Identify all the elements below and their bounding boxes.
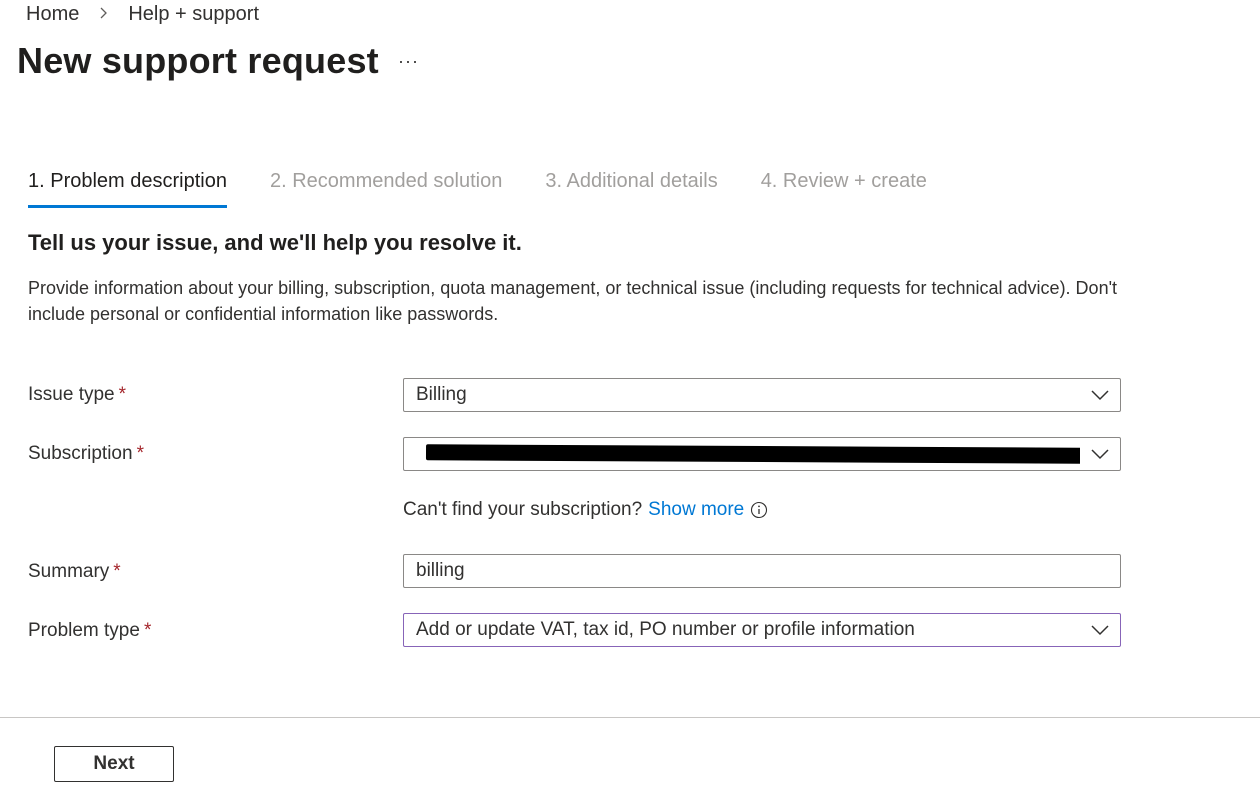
required-marker: * [113,561,121,582]
section-heading: Tell us your issue, and we'll help you r… [28,230,522,255]
subscription-label-text: Subscription [28,443,133,464]
subscription-label: Subscription * [28,443,144,465]
problem-type-label-text: Problem type [28,620,140,641]
summary-label-text: Summary [28,561,110,582]
summary-label: Summary * [28,561,121,583]
chevron-down-icon [1080,448,1120,460]
problem-type-value: Add or update VAT, tax id, PO number or … [416,619,915,640]
next-button[interactable]: Next [54,746,174,782]
issue-type-dropdown[interactable]: Billing [403,378,1121,412]
required-marker: * [136,443,144,464]
issue-type-label-text: Issue type [28,384,115,405]
issue-type-value: Billing [416,384,467,405]
problem-type-dropdown[interactable]: Add or update VAT, tax id, PO number or … [403,613,1121,647]
required-marker: * [118,384,127,405]
required-marker: * [143,620,152,641]
chevron-right-icon [99,3,108,26]
breadcrumb-help-support-link[interactable]: Help + support [128,3,259,26]
tab-review-create[interactable]: 4. Review + create [761,170,927,208]
tab-recommended-solution[interactable]: 2. Recommended solution [270,170,502,208]
summary-input[interactable] [403,554,1121,588]
breadcrumb-home-link[interactable]: Home [26,3,79,26]
footer-divider [0,717,1260,718]
problem-type-label: Problem type * [28,620,151,642]
subscription-dropdown[interactable] [403,437,1121,471]
show-more-link[interactable]: Show more [648,499,744,521]
page-title: New support request [17,40,379,81]
subscription-value [416,437,1080,471]
chevron-down-icon [1080,624,1120,636]
section-description: Provide information about your billing, … [28,278,1118,324]
tab-additional-details[interactable]: 3. Additional details [545,170,717,208]
wizard-tabs: 1. Problem description 2. Recommended so… [28,170,970,208]
chevron-down-icon [1080,389,1120,401]
more-options-icon[interactable]: ··· [398,51,419,72]
helper-text: Can't find your subscription? [403,499,643,520]
subscription-helper: Can't find your subscription? Show more [403,499,768,521]
issue-type-label: Issue type * [28,384,126,406]
breadcrumb: Home Help + support [26,3,259,26]
tab-problem-description[interactable]: 1. Problem description [28,170,227,208]
info-icon[interactable] [750,501,768,519]
redacted-subscription-value [425,444,1080,464]
